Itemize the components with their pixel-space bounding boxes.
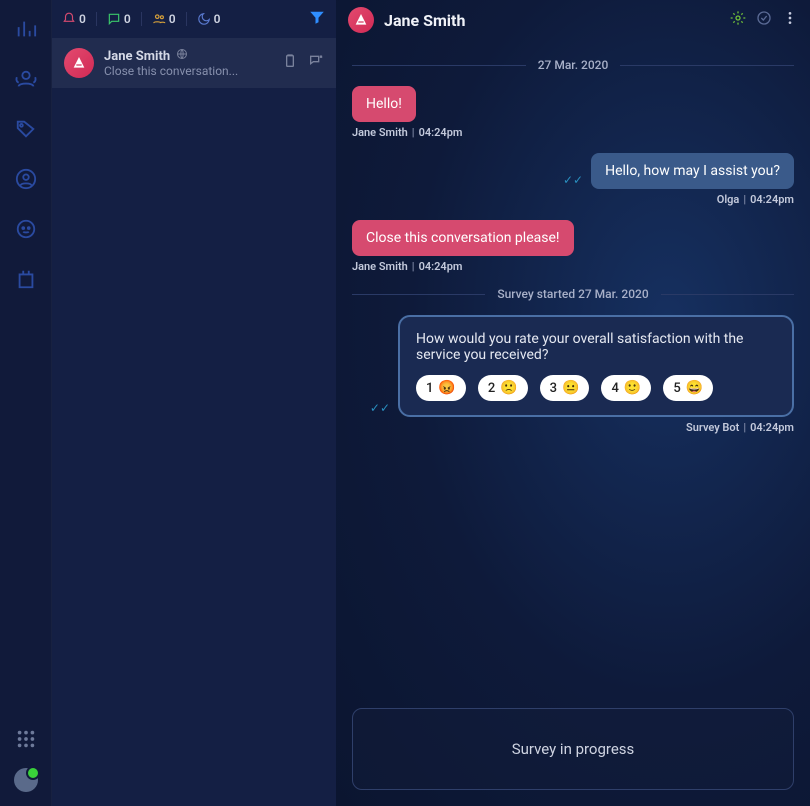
conversation-name: Jane Smith	[104, 49, 170, 64]
message-meta: Jane Smith|04:24pm	[352, 126, 462, 139]
read-ticks-icon: ✓✓	[563, 173, 583, 189]
survey-option-1[interactable]: 1😡	[416, 375, 466, 401]
chart-icon[interactable]	[15, 18, 37, 40]
date-divider: 27 Mar. 2020	[352, 58, 794, 72]
stat-chat-count: 0	[124, 12, 131, 26]
chat-body: 27 Mar. 2020 Hello! Jane Smith|04:24pm ✓…	[336, 40, 810, 708]
chat-panel: Jane Smith 27 Mar. 2020 Hello! Jane Smit…	[336, 0, 810, 806]
check-circle-icon[interactable]	[756, 10, 772, 30]
message-bubble: Hello, how may I assist you?	[591, 153, 794, 189]
conversation-row[interactable]: Jane Smith Close this conversation...	[52, 38, 336, 88]
survey-option-2[interactable]: 2🙁	[478, 375, 528, 401]
chat-header: Jane Smith	[336, 0, 810, 40]
message-meta: Olga|04:24pm	[717, 193, 794, 206]
message-meta: Jane Smith|04:24pm	[352, 260, 462, 273]
bot-icon[interactable]	[15, 218, 37, 240]
conversation-stats-bar: 0 0 0 0	[52, 0, 336, 38]
survey-question: How would you rate your overall satisfac…	[416, 331, 776, 363]
message-bubble: Close this conversation please!	[352, 220, 574, 256]
apps-icon[interactable]	[15, 728, 37, 750]
read-ticks-icon: ✓✓	[370, 401, 390, 417]
stat-moon-count: 0	[214, 12, 221, 26]
user-icon[interactable]	[15, 168, 37, 190]
filter-icon[interactable]	[308, 8, 326, 30]
clipboard-icon[interactable]	[282, 53, 298, 73]
stat-chat[interactable]: 0	[107, 12, 131, 26]
survey-bubble: How would you rate your overall satisfac…	[398, 315, 794, 417]
transfer-chat-icon[interactable]	[308, 53, 324, 73]
more-vert-icon[interactable]	[782, 10, 798, 30]
stat-group[interactable]: 0	[152, 12, 176, 26]
message-incoming: Close this conversation please! Jane Smi…	[352, 220, 794, 273]
current-user-avatar[interactable]	[14, 768, 38, 792]
message-meta: Survey Bot|04:24pm	[686, 421, 794, 434]
globe-icon	[176, 48, 188, 64]
message-bubble: Hello!	[352, 86, 416, 122]
nav-rail	[0, 0, 52, 806]
survey-in-progress-banner: Survey in progress	[352, 708, 794, 790]
chat-title: Jane Smith	[384, 11, 465, 30]
stat-moon[interactable]: 0	[197, 12, 221, 26]
survey-divider: Survey started 27 Mar. 2020	[352, 287, 794, 301]
stat-bell-count: 0	[79, 12, 86, 26]
agent-icon[interactable]	[15, 68, 37, 90]
stat-group-count: 0	[169, 12, 176, 26]
tag-icon[interactable]	[15, 118, 37, 140]
survey-message: ✓✓ How would you rate your overall satis…	[352, 315, 794, 434]
plugin-icon[interactable]	[15, 268, 37, 290]
conversation-preview: Close this conversation...	[104, 64, 272, 78]
survey-option-4[interactable]: 4🙂	[601, 375, 651, 401]
stat-bell[interactable]: 0	[62, 12, 86, 26]
survey-option-5[interactable]: 5😄	[663, 375, 713, 401]
message-incoming: Hello! Jane Smith|04:24pm	[352, 86, 794, 139]
survey-option-3[interactable]: 3😐	[540, 375, 590, 401]
message-outgoing: ✓✓ Hello, how may I assist you? Olga|04:…	[352, 153, 794, 206]
survey-options: 1😡 2🙁 3😐 4🙂 5😄	[416, 375, 776, 401]
chat-header-avatar	[348, 7, 374, 33]
conversation-list-panel: 0 0 0 0 Jane Smith	[52, 0, 336, 806]
customer-avatar	[64, 48, 94, 78]
gear-icon[interactable]	[730, 10, 746, 30]
